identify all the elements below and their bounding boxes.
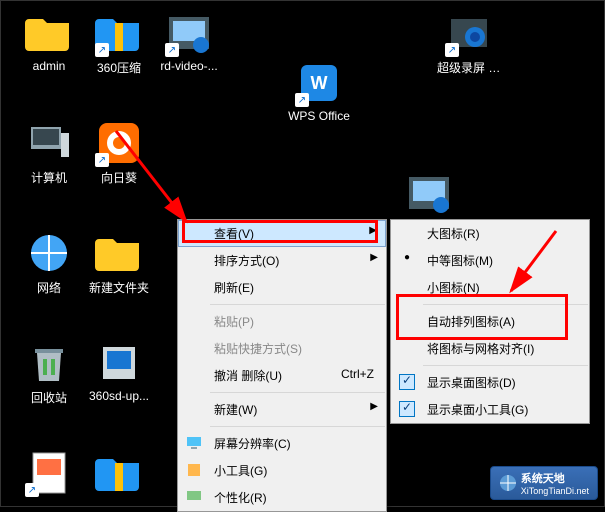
icon-wps[interactable]: W ↗ WPS Office <box>287 59 351 123</box>
icon-computer[interactable]: 计算机 <box>17 119 81 186</box>
video-clip-icon <box>405 169 453 217</box>
menu-small-icons[interactable]: 小图标(N) <box>391 274 589 301</box>
icon-unknown-2[interactable] <box>87 449 151 497</box>
submenu-arrow-icon: ▶ <box>370 252 378 263</box>
menu-label: 粘贴(P) <box>214 315 254 329</box>
network-icon <box>25 229 73 277</box>
menu-label: 显示桌面小工具(G) <box>427 403 528 417</box>
icon-label: 新建文件夹 <box>87 279 151 296</box>
menu-medium-icons[interactable]: ● 中等图标(M) <box>391 247 589 274</box>
menu-new[interactable]: 新建(W) ▶ <box>178 396 386 423</box>
context-menu-main: 查看(V) ▶ 排序方式(O) ▶ 刷新(E) 粘贴(P) 粘贴快捷方式(S) … <box>177 219 387 512</box>
menu-refresh[interactable]: 刷新(E) <box>178 274 386 301</box>
folder-icon <box>25 9 73 57</box>
icon-label: rd-video-... <box>157 59 221 73</box>
context-menu-view-submenu: 大图标(R) ● 中等图标(M) 小图标(N) 自动排列图标(A) 将图标与网格… <box>390 219 590 424</box>
menu-label: 撤消 删除(U) <box>214 369 282 383</box>
menu-separator <box>210 426 385 427</box>
menu-label: 屏幕分辨率(C) <box>214 437 291 451</box>
icon-label: 向日葵 <box>87 169 151 186</box>
shortcut-arrow-icon: ↗ <box>445 43 459 57</box>
monitor-icon <box>182 435 206 454</box>
menu-label: 大图标(R) <box>427 227 480 241</box>
icon-network[interactable]: 网络 <box>17 229 81 296</box>
menu-label: 查看(V) <box>214 227 254 241</box>
menu-separator <box>210 392 385 393</box>
watermark: 系统天地 XiTongTianDi.net <box>490 466 598 500</box>
icon-360zip[interactable]: ↗ 360压缩 <box>87 9 151 76</box>
check-icon <box>395 401 419 420</box>
globe-icon <box>499 474 517 492</box>
shortcut-arrow-icon: ↗ <box>25 483 39 497</box>
menu-separator <box>423 365 588 366</box>
menu-show-icons[interactable]: 显示桌面图标(D) <box>391 369 589 396</box>
check-icon <box>395 374 419 393</box>
shortcut-arrow-icon: ↗ <box>95 153 109 167</box>
icon-label: 360压缩 <box>87 59 151 76</box>
watermark-title: 系统天地 <box>521 470 589 486</box>
shortcut-arrow-icon: ↗ <box>165 43 179 57</box>
icon-label: 网络 <box>17 279 81 296</box>
menu-label: 显示桌面图标(D) <box>427 376 516 390</box>
icon-floating-video[interactable] <box>397 169 461 217</box>
menu-label: 个性化(R) <box>214 491 267 505</box>
menu-undo-delete[interactable]: 撤消 删除(U) Ctrl+Z <box>178 362 386 389</box>
icon-label: 超级录屏 9.1 <box>437 59 501 76</box>
shortcut-arrow-icon: ↗ <box>95 43 109 57</box>
zip-folder-icon <box>95 449 143 497</box>
folder-icon <box>95 229 143 277</box>
menu-label: 刷新(E) <box>214 281 254 295</box>
icon-unknown-1[interactable]: ↗ <box>17 449 81 497</box>
icon-label: 360sd-up... <box>87 389 151 403</box>
icon-label: 计算机 <box>17 169 81 186</box>
icon-label: 回收站 <box>17 389 81 406</box>
menu-resolution[interactable]: 屏幕分辨率(C) <box>178 430 386 457</box>
menu-auto-arrange[interactable]: 自动排列图标(A) <box>391 308 589 335</box>
menu-view[interactable]: 查看(V) ▶ <box>178 220 386 247</box>
menu-label: 将图标与网格对齐(I) <box>427 342 534 356</box>
gadget-icon <box>182 462 206 481</box>
watermark-url: XiTongTianDi.net <box>521 486 589 496</box>
recycle-bin-icon <box>25 339 73 387</box>
shortcut-arrow-icon: ↗ <box>295 93 309 107</box>
menu-label: 排序方式(O) <box>214 254 279 268</box>
menu-label: 小工具(G) <box>214 464 267 478</box>
menu-label: 自动排列图标(A) <box>427 315 515 329</box>
icon-rdvideo[interactable]: ↗ rd-video-... <box>157 9 221 73</box>
submenu-arrow-icon: ▶ <box>369 225 377 236</box>
menu-gadgets[interactable]: 小工具(G) <box>178 457 386 484</box>
menu-hotkey: Ctrl+Z <box>341 367 374 381</box>
menu-separator <box>423 304 588 305</box>
menu-paste-shortcut: 粘贴快捷方式(S) <box>178 335 386 362</box>
menu-separator <box>210 304 385 305</box>
menu-label: 小图标(N) <box>427 281 480 295</box>
menu-label: 中等图标(M) <box>427 254 493 268</box>
menu-align-grid[interactable]: 将图标与网格对齐(I) <box>391 335 589 362</box>
menu-label: 新建(W) <box>214 403 257 417</box>
menu-label: 粘贴快捷方式(S) <box>214 342 302 356</box>
icon-admin[interactable]: admin <box>17 9 81 73</box>
icon-label: WPS Office <box>287 109 351 123</box>
computer-icon <box>25 119 73 167</box>
icon-label: admin <box>17 59 81 73</box>
icon-recycle[interactable]: 回收站 <box>17 339 81 406</box>
icon-sunflower[interactable]: ↗ 向日葵 <box>87 119 151 186</box>
radio-dot-icon: ● <box>395 252 419 263</box>
menu-paste: 粘贴(P) <box>178 308 386 335</box>
icon-360sd[interactable]: 360sd-up... <box>87 339 151 403</box>
menu-sortby[interactable]: 排序方式(O) ▶ <box>178 247 386 274</box>
installer-icon <box>95 339 143 387</box>
icon-newfolder[interactable]: 新建文件夹 <box>87 229 151 296</box>
personalize-icon <box>182 489 206 508</box>
menu-show-gadgets[interactable]: 显示桌面小工具(G) <box>391 396 589 423</box>
svg-text:W: W <box>311 73 328 93</box>
menu-large-icons[interactable]: 大图标(R) <box>391 220 589 247</box>
submenu-arrow-icon: ▶ <box>370 401 378 412</box>
icon-superrec[interactable]: ↗ 超级录屏 9.1 <box>437 9 501 76</box>
